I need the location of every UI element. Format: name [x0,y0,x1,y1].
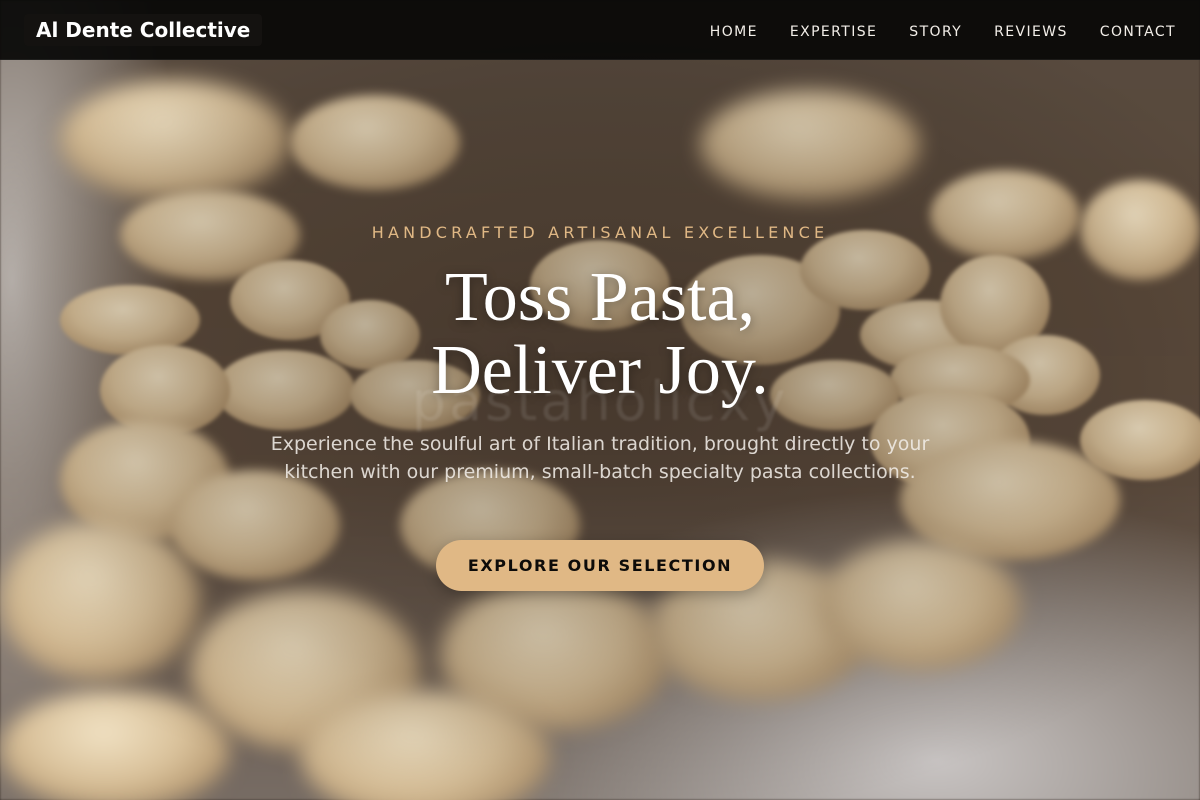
hero-section: HANDCRAFTED ARTISANAL EXCELLENCE pastaho… [0,0,1200,800]
hero-eyebrow: HANDCRAFTED ARTISANAL EXCELLENCE [371,223,829,242]
explore-selection-button[interactable]: EXPLORE OUR SELECTION [436,540,764,591]
top-navbar: Al Dente Collective HOME EXPERTISE STORY… [0,0,1200,60]
landing-page: Al Dente Collective HOME EXPERTISE STORY… [0,0,1200,800]
hero-headline-line-1: Toss Pasta, [444,259,756,336]
brand-logo[interactable]: Al Dente Collective [24,14,263,46]
nav-link-contact[interactable]: CONTACT [1100,24,1176,40]
hero-headline-line-2: Deliver Joy. [431,332,769,409]
nav-link-home[interactable]: HOME [710,24,758,40]
hero-subtext: Experience the soulful art of Italian tr… [270,433,930,483]
nav-link-expertise[interactable]: EXPERTISE [790,24,877,40]
hero-headline: Toss Pasta, Deliver Joy. [0,261,1200,407]
nav-link-reviews[interactable]: REVIEWS [994,24,1068,40]
nav-menu: HOME EXPERTISE STORY REVIEWS CONTACT [710,0,1176,60]
nav-link-story[interactable]: STORY [909,24,962,40]
